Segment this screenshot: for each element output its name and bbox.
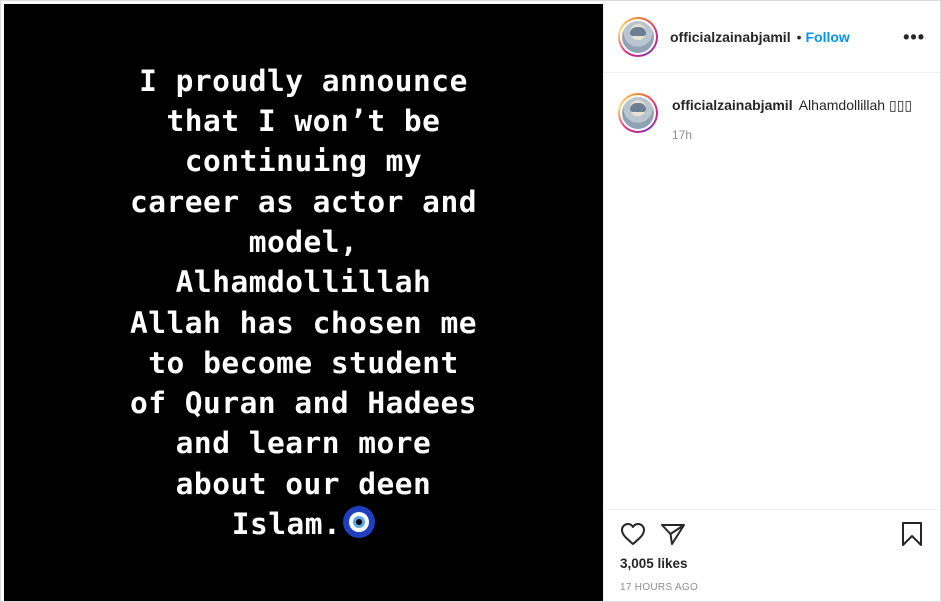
likes-count[interactable]: 3,005 likes: [620, 556, 688, 571]
post-sidebar: officialzainabjamil • Follow ••• officia…: [603, 1, 941, 601]
image-text-line: about our deen: [175, 466, 432, 501]
caption-comment: officialzainabjamil Alhamdollillah ▯▯▯ 1…: [604, 73, 941, 144]
share-icon[interactable]: [660, 522, 686, 551]
header-username[interactable]: officialzainabjamil: [670, 29, 791, 45]
follow-button[interactable]: Follow: [806, 29, 850, 45]
post-actions-section: 3,005 likes 17 HOURS AGO: [604, 509, 941, 601]
heart-icon[interactable]: [620, 522, 646, 551]
post-time-ago[interactable]: 17 HOURS AGO: [620, 582, 698, 593]
nazar-amulet-icon: [343, 505, 376, 538]
avatar-photo: [622, 97, 654, 129]
avatar-photo: [622, 20, 654, 53]
image-text-last-line: Islam.: [14, 504, 594, 544]
image-text-line: that I won’t be: [166, 104, 441, 139]
image-text-line: and learn more: [175, 426, 432, 461]
image-text-line: Allah has chosen me: [130, 305, 477, 340]
avatar[interactable]: [618, 16, 658, 57]
avatar[interactable]: [618, 93, 658, 133]
more-options-icon[interactable]: •••: [903, 27, 925, 48]
image-text-line: continuing my: [184, 144, 423, 179]
image-text-line: to become student: [148, 345, 459, 380]
bookmark-icon[interactable]: [900, 521, 924, 552]
post-image-text: I proudly announce that I won’t be conti…: [14, 61, 594, 545]
post-image[interactable]: I proudly announce that I won’t be conti…: [4, 4, 603, 601]
image-text-line: I proudly announce: [139, 63, 468, 98]
post-header: officialzainabjamil • Follow •••: [604, 1, 941, 73]
image-text-line: career as actor and: [130, 184, 477, 219]
image-text-line: Islam.: [231, 506, 342, 541]
instagram-post: I proudly announce that I won’t be conti…: [0, 0, 941, 602]
caption-body: officialzainabjamil Alhamdollillah ▯▯▯ 1…: [672, 93, 912, 144]
caption-username[interactable]: officialzainabjamil: [672, 97, 793, 113]
image-text-line: of Quran and Hadees: [130, 386, 477, 421]
image-text-line: Alhamdollillah: [175, 265, 432, 300]
caption-timestamp[interactable]: 17h: [672, 126, 912, 144]
caption-text: Alhamdollillah ▯▯▯: [798, 97, 913, 113]
image-text-line: model,: [248, 224, 359, 259]
separator-dot: •: [796, 28, 802, 45]
